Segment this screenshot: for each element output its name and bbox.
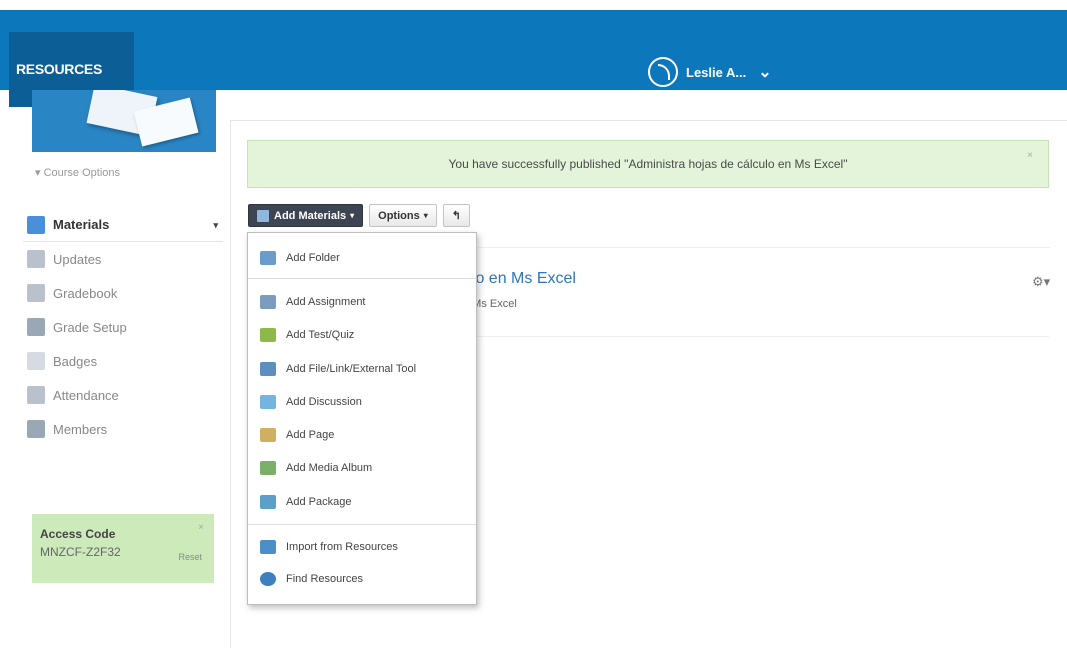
access-code-reset-link[interactable]: Reset [178,552,202,562]
materials-icon [27,215,45,234]
course-image [32,90,216,152]
sidebar-item-label: Badges [53,353,98,369]
add-materials-dropdown: Add Folder Add Assignment Add Test/Quiz … [247,232,477,605]
caret-down-icon: ▾ [423,211,428,220]
attendance-icon [27,386,45,404]
menu-divider [248,524,476,525]
assignment-icon [260,295,276,309]
menu-item-label: Add Page [286,429,335,441]
close-icon[interactable]: × [1027,141,1033,171]
chevron-down-icon: ⌄ [758,64,772,81]
sidebar-nav: Materials ▾ Updates Gradebook Grade Setu… [23,208,223,446]
import-icon [260,540,276,554]
sidebar-item-materials[interactable]: Materials ▾ [23,208,223,242]
divider [478,247,1050,248]
menu-item-label: Add Package [286,496,352,508]
sidebar-item-grade-setup[interactable]: Grade Setup [23,310,223,344]
caret-down-icon: ▾ [213,220,218,230]
find-icon [260,572,276,586]
materials-toolbar: Add Materials ▾ Options ▾ ↰ [248,204,470,227]
top-navigation-bar [0,10,1067,90]
menu-item-add-package[interactable]: Add Package [248,490,476,514]
gradebook-icon [27,284,45,302]
options-label: Options [378,209,420,222]
menu-item-label: Import from Resources [286,541,398,553]
sidebar-item-label: Members [53,421,108,437]
sidebar-item-badges[interactable]: Badges [23,344,223,378]
members-icon [27,420,45,438]
add-materials-button[interactable]: Add Materials ▾ [248,204,364,227]
menu-item-add-file-link[interactable]: Add File/Link/External Tool [248,357,476,381]
menu-item-find-resources[interactable]: Find Resources [248,567,476,591]
user-name: Leslie A... [686,64,747,80]
menu-item-label: Add Folder [286,252,340,264]
menu-item-add-assignment[interactable]: Add Assignment [248,290,476,314]
menu-item-label: Find Resources [286,573,364,585]
sidebar-item-attendance[interactable]: Attendance [23,378,223,412]
menu-divider [248,278,476,279]
sidebar-item-label: Gradebook [53,285,118,301]
file-link-icon [260,362,276,376]
success-alert: You have successfully published "Adminis… [247,140,1049,188]
discussion-icon [260,395,276,409]
gear-icon[interactable]: ⚙▾ [1032,274,1050,290]
close-icon[interactable]: × [198,522,204,533]
menu-item-label: Add Media Album [286,462,373,474]
page-icon [260,428,276,442]
menu-item-label: Add Test/Quiz [286,329,355,341]
package-icon [260,495,276,509]
user-menu[interactable]: Leslie A... ⌄ [648,54,772,90]
media-album-icon [260,461,276,475]
menu-item-import-from-resources[interactable]: Import from Resources [248,535,476,559]
sidebar-item-label: Attendance [53,387,119,403]
menu-item-add-folder[interactable]: Add Folder [248,246,476,270]
material-item-title[interactable]: ulo en Ms Excel [463,270,576,288]
menu-item-label: Add Assignment [286,296,366,308]
user-avatar-icon [648,57,678,87]
add-materials-icon [257,209,269,222]
sidebar-item-label: Materials [53,217,110,232]
alert-message: You have successfully published "Adminis… [448,157,848,171]
divider [463,336,1049,337]
updates-icon [27,250,45,268]
menu-item-label: Add Discussion [286,396,362,408]
menu-item-add-media-album[interactable]: Add Media Album [248,456,476,480]
access-code-panel: Access Code MNZCF-Z2F32 Reset × [32,514,214,583]
badges-icon [27,352,45,370]
options-button[interactable]: Options ▾ [369,204,437,227]
back-button[interactable]: ↰ [442,204,470,227]
folder-icon [260,251,276,265]
menu-item-label: Add File/Link/External Tool [286,363,417,375]
menu-item-add-test-quiz[interactable]: Add Test/Quiz [248,323,476,347]
sidebar-item-members[interactable]: Members [23,412,223,446]
grade-setup-icon [27,318,45,336]
back-arrow-icon: ↰ [451,210,461,222]
add-materials-label: Add Materials [274,209,347,222]
course-options-link[interactable]: ▾ Course Options [35,166,120,179]
access-code-title: Access Code [40,527,116,541]
menu-item-add-page[interactable]: Add Page [248,423,476,447]
sidebar-item-label: Updates [53,251,102,267]
menu-item-add-discussion[interactable]: Add Discussion [248,390,476,414]
sidebar-item-label: Grade Setup [53,319,127,335]
sidebar-item-gradebook[interactable]: Gradebook [23,276,223,310]
sidebar-item-updates[interactable]: Updates [23,242,223,276]
caret-down-icon: ▾ [350,211,355,220]
test-quiz-icon [260,328,276,342]
